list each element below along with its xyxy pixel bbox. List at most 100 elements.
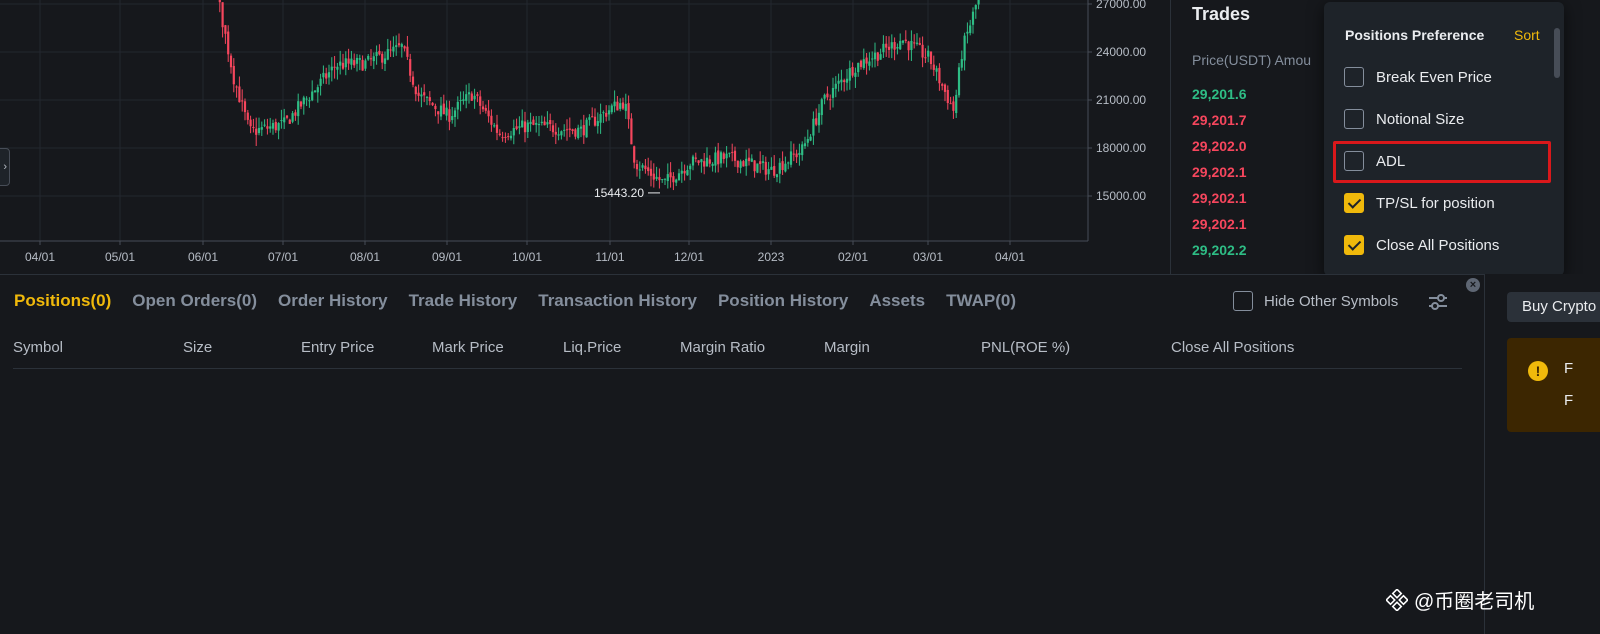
candlestick-chart-svg[interactable]: 27000.00 24000.00 21000.00 18000.00 15000.00…	[0, 0, 1170, 274]
preference-checkbox[interactable]	[1344, 67, 1364, 87]
trade-price: 29,202.0	[1192, 138, 1247, 154]
candle-body	[546, 122, 549, 125]
warning-notice: ! F F	[1507, 338, 1600, 432]
candle-body	[311, 91, 314, 101]
candle-body	[663, 178, 667, 180]
preference-option[interactable]: TP/SL for position	[1344, 191, 1495, 215]
candle-body	[784, 163, 787, 172]
candle-body	[635, 163, 639, 170]
tab-assets[interactable]: Assets	[869, 291, 925, 311]
buy-crypto-button[interactable]: Buy Crypto	[1507, 292, 1600, 322]
preference-checkbox[interactable]	[1344, 235, 1364, 255]
candle-body	[353, 60, 356, 66]
candle-body	[277, 123, 280, 131]
candle-body	[451, 116, 454, 121]
column-header: Margin Ratio	[680, 339, 766, 356]
candle-body	[717, 150, 720, 165]
candle-body	[577, 127, 580, 139]
candle-body	[921, 44, 924, 58]
x-tick-label: 09/01	[432, 250, 462, 264]
hide-other-symbols-checkbox[interactable]	[1233, 291, 1253, 311]
candle-body	[313, 90, 317, 93]
candle-body	[341, 62, 345, 69]
candle-body	[271, 123, 275, 129]
candle-body	[479, 96, 482, 106]
trade-price: 29,201.6	[1192, 86, 1247, 102]
trade-price: 29,201.7	[1192, 112, 1247, 128]
candle-body	[927, 50, 930, 57]
candle-body	[607, 110, 611, 115]
tab-trade-history[interactable]: Trade History	[409, 291, 518, 311]
candle-body	[563, 129, 566, 131]
candle-body	[851, 66, 854, 76]
candle-body	[767, 169, 770, 175]
candle-body	[285, 115, 289, 118]
candle-body	[537, 123, 541, 126]
candle-body	[501, 137, 504, 139]
candle-body	[820, 99, 823, 116]
tab-twap-0[interactable]: TWAP(0)	[946, 291, 1016, 311]
candle-body	[599, 114, 602, 123]
candle-body	[400, 44, 403, 47]
filter-settings-icon[interactable]	[1427, 292, 1449, 312]
tab-order-history[interactable]: Order History	[278, 291, 388, 311]
preference-checkbox[interactable]	[1344, 193, 1364, 213]
adl-highlight-box	[1333, 141, 1551, 183]
candle-body	[680, 170, 683, 174]
y-tick-label: 15000.00	[1096, 189, 1146, 203]
candle-body	[949, 103, 952, 105]
candle-body	[677, 173, 681, 181]
trades-title: Trades	[1192, 4, 1251, 24]
candle-body	[574, 129, 577, 137]
candle-body	[448, 109, 451, 122]
candle-body	[339, 61, 342, 66]
candle-body	[885, 43, 888, 48]
candle-body	[593, 116, 597, 126]
preference-checkbox[interactable]	[1344, 109, 1364, 129]
preference-option[interactable]: Close All Positions	[1344, 233, 1499, 257]
tab-open-orders-0[interactable]: Open Orders(0)	[132, 291, 257, 311]
x-tick-label: 07/01	[268, 250, 298, 264]
hide-other-symbols-toggle[interactable]: Hide Other Symbols	[1233, 291, 1398, 311]
tab-transaction-history[interactable]: Transaction History	[538, 291, 697, 311]
x-tick-label: 02/01	[838, 250, 868, 264]
candle-body	[266, 126, 269, 129]
candle-body	[252, 127, 255, 129]
candle-body	[588, 117, 591, 120]
candle-body	[420, 94, 423, 97]
sort-link[interactable]: Sort	[1514, 27, 1540, 43]
candle-body	[493, 125, 496, 127]
tab-position-history[interactable]: Position History	[718, 291, 848, 311]
candle-body	[235, 86, 238, 88]
candle-body	[274, 121, 277, 131]
candle-body	[481, 106, 485, 110]
dropdown-scrollbar[interactable]	[1554, 28, 1560, 78]
candle-body	[445, 107, 448, 116]
candle-body	[801, 144, 804, 156]
preference-option[interactable]: Break Even Price	[1344, 65, 1492, 89]
collapse-sidebar-handle[interactable]: ›	[0, 148, 10, 186]
candle-body	[649, 168, 653, 176]
candle-body	[375, 52, 378, 57]
candle-body	[666, 174, 669, 182]
warning-text-line: F	[1564, 360, 1574, 377]
candle-body	[378, 50, 381, 55]
candle-body	[602, 112, 605, 114]
candle-body	[453, 110, 457, 118]
candle-body	[672, 176, 675, 183]
candle-body	[476, 94, 479, 96]
preference-option[interactable]: Notional Size	[1344, 107, 1464, 131]
tab-positions-0[interactable]: Positions(0)	[14, 291, 111, 311]
candle-body	[243, 101, 247, 113]
close-icon[interactable]: ×	[1466, 278, 1480, 292]
candle-body	[316, 87, 319, 93]
candle-body	[859, 60, 863, 67]
candle-body	[624, 103, 627, 111]
candle-body	[792, 153, 795, 155]
candle-body	[551, 125, 555, 133]
candle-body	[705, 157, 709, 167]
candle-body	[753, 160, 756, 172]
candle-body	[417, 92, 420, 96]
candle-body	[439, 105, 443, 117]
price-chart[interactable]: 27000.00 24000.00 21000.00 18000.00 15000.00…	[0, 0, 1170, 274]
